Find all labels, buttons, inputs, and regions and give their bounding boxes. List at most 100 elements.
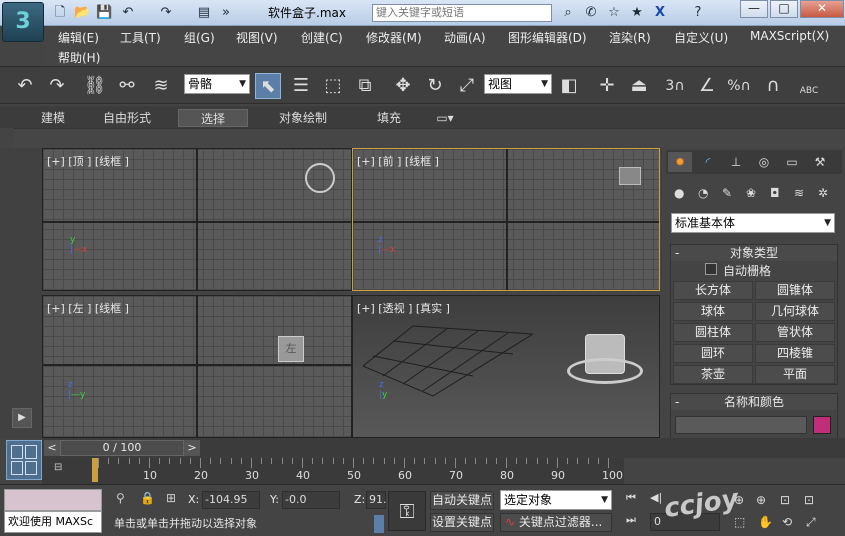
communication-icon[interactable]: ✆ (583, 5, 599, 21)
maximize-viewport-icon[interactable]: ⤢ (806, 515, 816, 530)
menu-customize[interactable]: 自定义(U) (674, 29, 728, 46)
menu-tools[interactable]: 工具(T) (120, 29, 161, 46)
reference-coordinate-dropdown[interactable]: 视图 ▼ (484, 74, 552, 94)
menu-help[interactable]: 帮助(H) (58, 49, 100, 66)
go-to-start-icon[interactable]: ⏮ (626, 491, 636, 505)
project-folder-icon[interactable]: ▤ (196, 5, 212, 21)
key-filters-button[interactable]: ∿ 关键点过滤器... (500, 513, 612, 532)
helpers-icon[interactable]: ◘ (770, 186, 780, 200)
expand-arrow-icon[interactable]: ▶ (12, 408, 32, 428)
rotate-icon[interactable]: ↻ (422, 73, 448, 99)
window-crossing-icon[interactable]: ⧉ (352, 73, 378, 99)
undo-icon[interactable]: ↶ (12, 73, 38, 99)
scale-icon[interactable]: ⤢ (454, 73, 480, 99)
help-icon[interactable]: ? (690, 5, 706, 21)
object-color-swatch[interactable] (813, 416, 831, 434)
create-tab-icon[interactable]: ✹ (668, 152, 692, 172)
spinner-snap-icon[interactable]: ∩ (760, 73, 786, 99)
viewcube-icon[interactable] (619, 167, 641, 185)
select-object-icon[interactable]: ⬉ (255, 73, 281, 99)
bind-spacewarp-icon[interactable]: ≋ (148, 73, 174, 99)
utilities-tab-icon[interactable]: ⚒ (808, 152, 832, 172)
tab-freeform[interactable]: 自由形式 (92, 109, 162, 127)
mini-curve-editor-icon[interactable]: ⊟ (54, 462, 74, 476)
keyboard-shortcut-override-icon[interactable]: ⏏ (626, 73, 652, 99)
pan-view-icon[interactable]: ✋ (758, 515, 773, 529)
viewport-label[interactable]: [+] [左 ] [线框 ] (47, 300, 129, 316)
display-tab-icon[interactable]: ▭ (780, 152, 804, 172)
tab-selection[interactable]: 选择 (178, 109, 248, 127)
cylinder-button[interactable]: 圆柱体 (673, 323, 753, 342)
systems-icon[interactable]: ✲ (818, 186, 828, 200)
sphere-button[interactable]: 球体 (673, 302, 753, 321)
previous-key-icon[interactable]: ◀| (650, 491, 662, 504)
save-icon[interactable]: 💾 (96, 5, 112, 21)
key-mode-dropdown[interactable]: 选定对象 ▼ (500, 490, 612, 510)
tab-modeling[interactable]: 建模 (28, 109, 78, 127)
selection-filter-dropdown[interactable]: 骨骼 ▼ (184, 74, 250, 94)
redo-icon[interactable]: ↷ (158, 5, 174, 21)
menu-animation[interactable]: 动画(A) (444, 29, 486, 46)
viewport-layout-icon[interactable] (6, 440, 42, 480)
undo-icon[interactable]: ↶ (120, 5, 136, 21)
binoculars-icon[interactable]: ⌕ (560, 5, 576, 21)
zoom-all-icon[interactable]: ⊕ (756, 493, 766, 507)
tab-object-paint[interactable]: 对象绘制 (268, 109, 338, 127)
track-bar[interactable]: ⊟ 10 20 30 40 50 60 70 80 90 100 (42, 458, 624, 484)
shapes-icon[interactable]: ◔ (698, 186, 708, 200)
move-icon[interactable]: ✥ (390, 73, 416, 99)
viewport-perspective[interactable]: [+] [透视 ] [真实 ] z |y (352, 295, 660, 438)
autogrid-checkbox[interactable] (705, 263, 717, 275)
viewport-top[interactable]: [+] [顶 ] [线框 ] y |—x (42, 148, 352, 291)
hierarchy-tab-icon[interactable]: ⊥ (724, 152, 748, 172)
cone-button[interactable]: 圆锥体 (755, 281, 835, 300)
edit-named-selection-icon[interactable]: ABC (796, 73, 822, 99)
menu-rendering[interactable]: 渲染(R) (609, 29, 651, 46)
torus-button[interactable]: 圆环 (673, 344, 753, 363)
exchange-icon[interactable]: X (652, 5, 668, 21)
y-coordinate-field[interactable]: -0.0 (282, 491, 340, 509)
field-of-view-icon[interactable]: ⬚ (734, 515, 745, 529)
menu-maxscript[interactable]: MAXScript(X) (750, 29, 829, 43)
geosphere-button[interactable]: 几何球体 (755, 302, 835, 321)
tube-button[interactable]: 管状体 (755, 323, 835, 342)
modify-tab-icon[interactable]: ◜ (696, 152, 720, 172)
maximize-button[interactable]: □ (770, 0, 798, 18)
set-key-button[interactable]: 设置关键点 (430, 513, 494, 532)
prev-frame-button[interactable]: < (44, 440, 60, 456)
auto-key-button[interactable]: 自动关键点 (430, 491, 494, 510)
pyramid-button[interactable]: 四棱锥 (755, 344, 835, 363)
menu-view[interactable]: 视图(V) (236, 29, 278, 46)
next-frame-button[interactable]: > (184, 440, 200, 456)
geometry-category-dropdown[interactable]: 标准基本体 ▼ (671, 213, 835, 233)
motion-tab-icon[interactable]: ◎ (752, 152, 776, 172)
viewport-left[interactable]: [+] [左 ] [线框 ] 左 z |—y (42, 295, 352, 438)
star-icon[interactable]: ★ (629, 5, 645, 21)
key-mode-toggle-icon[interactable]: ⏭ (626, 513, 636, 527)
select-manipulate-icon[interactable]: ✛ (594, 73, 620, 99)
lights-icon[interactable]: ✎ (722, 186, 732, 200)
minimize-button[interactable]: — (740, 0, 768, 18)
set-key-icon[interactable]: ⚿ (388, 491, 426, 531)
ribbon-options-icon[interactable]: ▭▾ (430, 109, 460, 127)
application-menu-button[interactable]: 3 (2, 2, 44, 42)
zoom-extents-all-icon[interactable]: ⊡ (804, 493, 814, 507)
more-icon[interactable]: » (218, 5, 234, 21)
viewcube-icon[interactable]: 左 (278, 336, 304, 362)
link-icon[interactable]: ⛓ (82, 73, 108, 99)
menu-edit[interactable]: 编辑(E) (58, 29, 99, 46)
close-button[interactable]: ✕ (800, 0, 844, 18)
spacewarps-icon[interactable]: ≋ (794, 186, 804, 200)
name-color-header[interactable]: - 名称和颜色 (671, 394, 837, 410)
absolute-mode-icon[interactable]: ⊞ (166, 491, 176, 505)
viewport-front[interactable]: [+] [前 ] [线框 ] z |—x (352, 148, 660, 291)
angle-snap-icon[interactable]: ∠ (694, 73, 720, 99)
select-by-name-icon[interactable]: ☰ (288, 73, 314, 99)
maxscript-listener-pink[interactable] (4, 489, 102, 511)
open-file-icon[interactable]: 📂 (74, 5, 90, 21)
snaps-toggle-icon[interactable]: 3∩ (662, 73, 688, 99)
viewport-label[interactable]: [+] [透视 ] [真实 ] (357, 300, 450, 316)
menu-group[interactable]: 组(G) (184, 29, 215, 46)
cameras-icon[interactable]: ❀ (746, 186, 756, 200)
lightbulb-icon[interactable]: ⚲ (116, 491, 125, 505)
